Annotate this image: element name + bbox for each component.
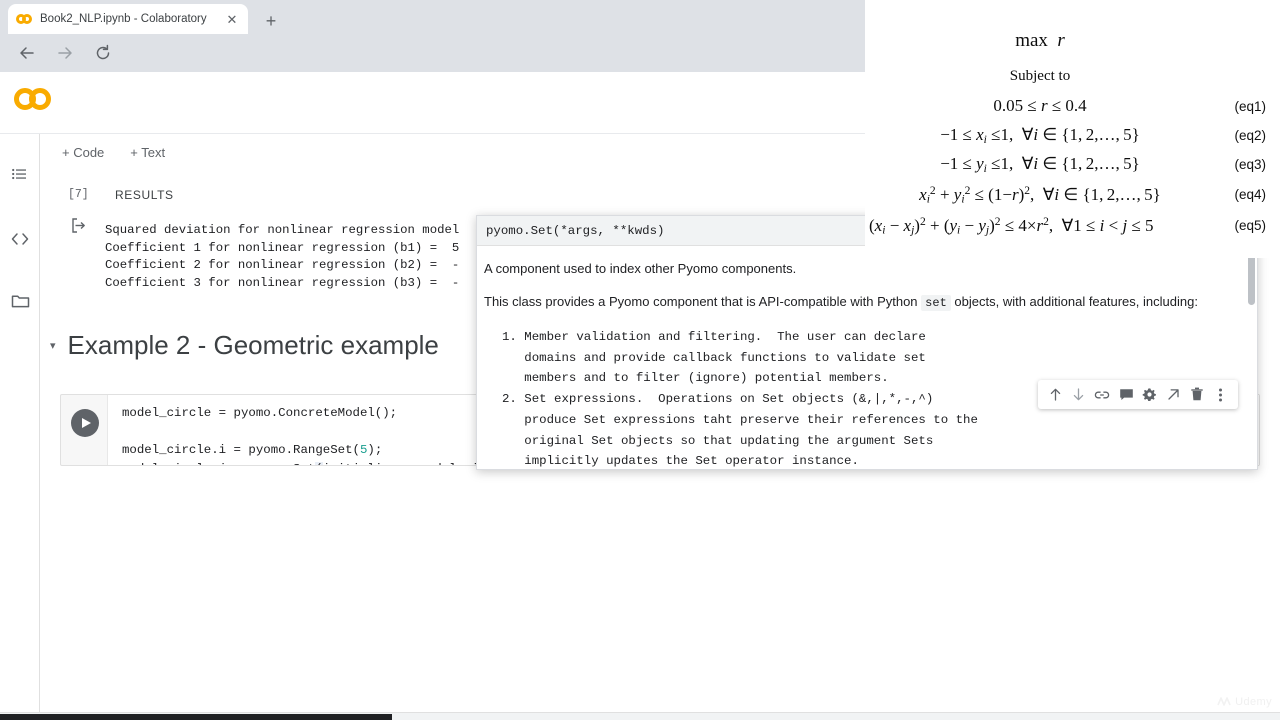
colab-sidebar (0, 134, 40, 720)
back-icon[interactable] (12, 38, 42, 68)
exec-count-label: [7] (68, 188, 89, 201)
page-title: Example 2 - Geometric example (67, 330, 439, 360)
add-text-cell-button[interactable]: + Text (130, 145, 165, 160)
tab-title: Book2_NLP.ipynb - Colaboratory (40, 13, 207, 25)
udemy-watermark: Udemy (1217, 696, 1272, 708)
code-line-3b: ); (367, 443, 383, 457)
cell-execution-count: [7] (68, 184, 89, 202)
code-line-4a: model_circle.j = pyomo.Set (122, 462, 315, 466)
add-comment-icon[interactable] (1116, 385, 1136, 405)
cell-settings-icon[interactable] (1140, 385, 1160, 405)
cell-action-toolbar (1038, 380, 1238, 409)
equation-4-tag: (eq4) (1234, 187, 1266, 202)
equation-3: −1 ≤ yi ≤1, ∀i ∈ {1, 2,…, 5} (940, 154, 1140, 175)
equation-1: 0.05 ≤ r ≤ 0.4 (993, 96, 1087, 115)
results-header: RESULTS (115, 188, 174, 202)
code-line-1: model_circle = pyomo.ConcreteModel(); (122, 406, 398, 420)
reload-icon[interactable] (88, 38, 118, 68)
add-code-cell-button[interactable]: + Code (62, 145, 104, 160)
equation-5-tag: (eq5) (1234, 218, 1266, 233)
collapse-caret-icon[interactable]: ▾ (50, 339, 56, 352)
move-cell-down-icon[interactable] (1069, 385, 1089, 405)
sidebar-item-files[interactable] (0, 278, 40, 324)
sidebar-item-code-snippets[interactable] (0, 216, 40, 262)
move-cell-up-icon[interactable] (1045, 385, 1065, 405)
link-to-cell-icon[interactable] (1092, 385, 1112, 405)
cell-output-text: Squared deviation for nonlinear regressi… (105, 222, 459, 292)
section-heading: ▾ Example 2 - Geometric example (50, 330, 439, 361)
output-line: Coefficient 3 for nonlinear regression (… (105, 275, 460, 290)
sidebar-item-table-of-contents[interactable] (0, 152, 40, 198)
output-line: Squared deviation for nonlinear regressi… (105, 223, 460, 237)
docstring-paragraph-1: A component used to index other Pyomo co… (484, 261, 797, 276)
horizontal-scrollbar-thumb[interactable] (0, 714, 392, 720)
equation-3-tag: (eq3) (1234, 157, 1266, 172)
docstring-body: A component used to index other Pyomo co… (477, 246, 1257, 469)
udemy-logo (1217, 697, 1231, 706)
watermark-text: Udemy (1235, 696, 1272, 708)
equation-2-tag: (eq2) (1234, 128, 1266, 143)
output-icon (72, 218, 87, 238)
docstring-p2-before: This class provides a Pyomo component th… (484, 294, 918, 309)
code-line-3a: model_circle.i = pyomo.RangeSet( (122, 443, 360, 457)
docstring-p2-after: objects, with additional features, inclu… (954, 294, 1198, 309)
code-line-4b: initialize = model_cir (323, 462, 487, 466)
docstring-paragraph-2: This class provides a Pyomo component th… (484, 292, 1243, 313)
browser-tab[interactable]: Book2_NLP.ipynb - Colaboratory ✕ (8, 4, 248, 34)
new-tab-button[interactable]: + (258, 8, 284, 34)
colab-logo[interactable] (14, 84, 58, 114)
equation-5: (xi − xj)2 + (yi − yj)2 ≤ 4×r2, ∀1 ≤ i <… (869, 215, 1154, 237)
screen: Book2_NLP.ipynb - Colaboratory ✕ + + Cod… (0, 0, 1280, 720)
docstring-inline-code: set (921, 295, 951, 311)
objective-function: max r (1015, 30, 1065, 51)
matching-paren-open: ( (315, 461, 323, 465)
more-options-icon[interactable] (1211, 385, 1231, 405)
output-line: Coefficient 2 for nonlinear regression (… (105, 258, 460, 272)
open-in-new-tab-icon[interactable] (1164, 385, 1184, 405)
equation-4: xi2 + yi2 ≤ (1−r)2, ∀i ∈ {1, 2,…, 5} (919, 184, 1161, 206)
output-line: Coefficient 1 for nonlinear regression (… (105, 240, 460, 255)
run-button[interactable] (71, 409, 99, 437)
equation-2: −1 ≤ xi ≤1, ∀i ∈ {1, 2,…, 5} (940, 125, 1140, 146)
math-formula-overlay: max r Subject to 0.05 ≤ r ≤ 0.4 (eq1) −1… (865, 0, 1280, 258)
colab-favicon (16, 11, 32, 27)
equation-1-tag: (eq1) (1234, 99, 1266, 114)
forward-icon[interactable] (50, 38, 80, 68)
close-tab-icon[interactable]: ✕ (224, 11, 240, 27)
delete-cell-icon[interactable] (1187, 385, 1207, 405)
subject-to-label: Subject to (1009, 68, 1071, 84)
docstring-scrollbar[interactable] (1248, 250, 1255, 305)
horizontal-scrollbar[interactable] (0, 712, 1280, 720)
